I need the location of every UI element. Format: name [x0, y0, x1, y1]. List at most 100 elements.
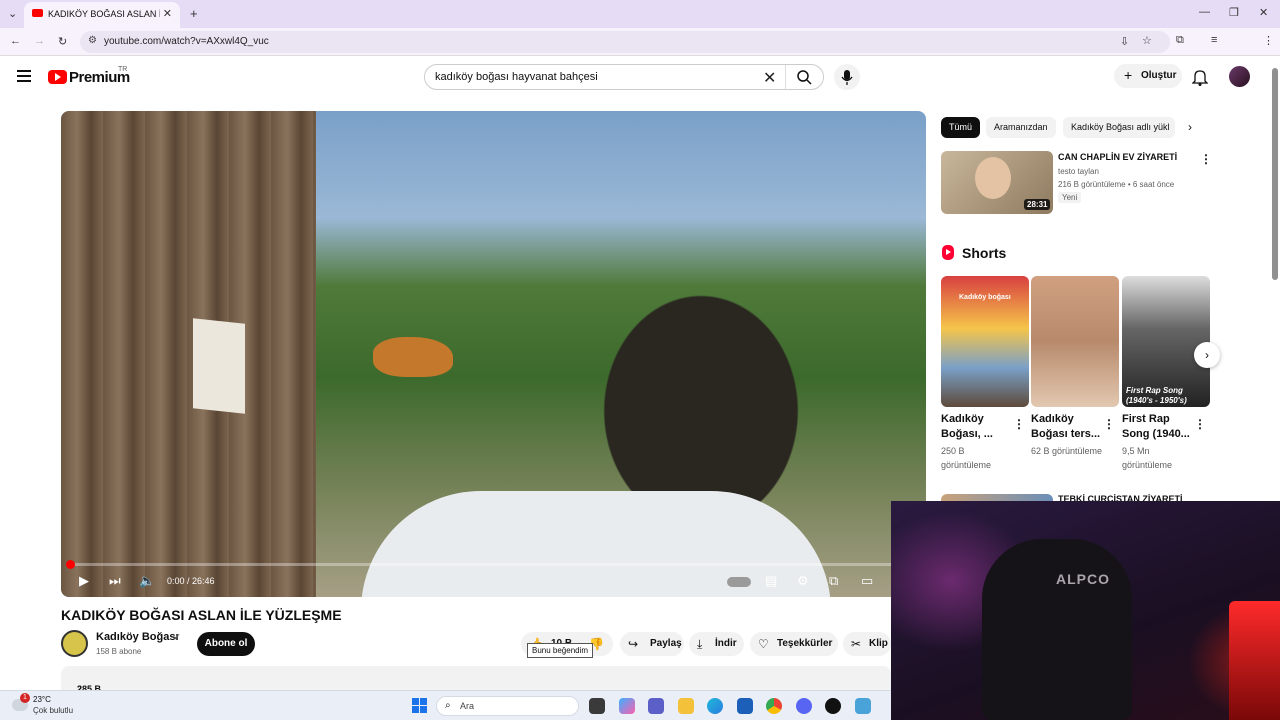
site-info-icon[interactable]: ⚙	[88, 35, 97, 46]
create-label: Oluştur	[1141, 70, 1177, 81]
short-thumbnail-1[interactable]: Kadıköy boğası	[941, 276, 1029, 407]
clip-button[interactable]: ✂ Klip	[843, 632, 891, 656]
browser-tab-strip: ⌄ KADIKÖY BOĞASI ASLAN İLE YÜ ✕ + — ❐ ✕	[0, 0, 1280, 28]
forward-icon[interactable]: →	[34, 35, 45, 47]
microphone-icon	[841, 70, 853, 85]
share-label: Paylaş	[650, 638, 682, 649]
next-video-icon[interactable]: ⏭	[109, 573, 121, 589]
play-icon[interactable]: ▶	[79, 573, 89, 589]
minimize-icon[interactable]: —	[1199, 6, 1210, 18]
copilot-icon[interactable]	[619, 698, 635, 714]
restore-icon[interactable]: ❐	[1229, 6, 1239, 19]
chevron-right-icon: ›	[1205, 348, 1209, 362]
suggested-video-menu-icon[interactable]: ⋮	[1200, 152, 1212, 166]
chip-channel-uploads[interactable]: Kadıköy Boğası adlı yükl	[1063, 117, 1175, 138]
windows-start-icon[interactable]	[412, 698, 427, 713]
chips-next-icon[interactable]: ›	[1188, 120, 1192, 134]
video-frame-fence	[61, 111, 316, 597]
scissors-icon: ✂	[851, 637, 862, 651]
browser-tab[interactable]: KADIKÖY BOĞASI ASLAN İLE YÜ ✕	[24, 2, 180, 28]
short-overlay-1: Kadıköy boğası	[959, 294, 1011, 301]
short-menu-icon-3[interactable]: ⋮	[1194, 417, 1206, 431]
settings-gear-icon[interactable]: ⚙	[797, 573, 809, 589]
short-title-2[interactable]: Kadıköy Boğası ters...	[1031, 412, 1103, 442]
voice-search-button[interactable]	[834, 64, 860, 90]
account-avatar[interactable]	[1229, 66, 1250, 87]
weather-temp[interactable]: 23°C	[33, 695, 51, 704]
store-icon[interactable]	[737, 698, 753, 714]
tab-close-icon[interactable]: ✕	[163, 7, 172, 20]
short-title-1[interactable]: Kadıköy Boğası, ...	[941, 412, 1013, 442]
obs-icon[interactable]	[825, 698, 841, 714]
search-icon	[797, 70, 812, 85]
theater-mode-icon[interactable]: ▭	[861, 573, 873, 589]
short-views-1: 250 B görüntüleme	[941, 446, 992, 470]
weather-badge: 1	[20, 693, 30, 703]
miniplayer-icon[interactable]: ⧉	[829, 573, 838, 589]
window-close-icon[interactable]: ✕	[1259, 6, 1268, 19]
discord-icon[interactable]	[796, 698, 812, 714]
like-tooltip: Bunu beğendim	[527, 643, 594, 658]
clear-search-icon[interactable]: ✕	[763, 68, 776, 88]
suggested-video-channel[interactable]: testo taylan	[1058, 167, 1099, 176]
short-menu-icon-2[interactable]: ⋮	[1103, 417, 1115, 431]
notifications-bell-icon[interactable]	[1192, 68, 1208, 86]
tab-search-icon[interactable]: ⌄	[8, 7, 17, 20]
weather-desc[interactable]: Çok bulutlu	[33, 706, 73, 715]
video-frame-person	[361, 491, 831, 597]
page-scrollbar[interactable]	[1272, 68, 1278, 280]
channel-avatar[interactable]	[61, 630, 88, 657]
short-thumbnail-2[interactable]	[1031, 276, 1119, 407]
video-frame-sign	[193, 318, 245, 414]
shorts-heading: Shorts	[962, 245, 1007, 261]
download-button[interactable]: ⤓ İndir	[689, 632, 744, 656]
taskbar-search[interactable]: ⌕ Ara	[436, 696, 579, 716]
autoplay-toggle[interactable]	[727, 577, 751, 587]
short-thumbnail-3[interactable]: First Rap Song (1940's - 1950's)	[1122, 276, 1210, 407]
subscribe-button[interactable]: Abone ol	[197, 632, 255, 656]
browser-menu-icon[interactable]: ⋮	[1263, 34, 1274, 47]
chip-related[interactable]: Aramanızdan	[986, 117, 1056, 138]
thanks-label: Teşekkürler	[777, 638, 833, 649]
file-explorer-icon[interactable]	[678, 698, 694, 714]
new-tab-icon[interactable]: +	[190, 6, 198, 21]
install-icon[interactable]: ⇩	[1120, 35, 1129, 48]
teams-icon[interactable]	[648, 698, 664, 714]
reading-list-icon[interactable]: ≡	[1211, 34, 1217, 46]
channel-name[interactable]: Kadıköy Boğası	[96, 631, 179, 643]
guide-menu-icon[interactable]	[17, 70, 31, 82]
short-title-3[interactable]: First Rap Song (1940...	[1122, 412, 1194, 442]
youtube-favicon-icon	[32, 9, 43, 17]
task-view-icon[interactable]	[589, 698, 605, 714]
omnibox[interactable]: ⚙ youtube.com/watch?v=AXxwl4Q_vuc	[80, 31, 1170, 53]
short-menu-icon-1[interactable]: ⋮	[1013, 417, 1025, 431]
clip-label: Klip	[869, 638, 888, 649]
search-input[interactable]: kadıköy boğası hayvanat bahçesi ✕	[424, 64, 824, 90]
video-player[interactable]: ▶ ⏭ 🔈 0:00 / 26:46 ▤ ⚙ ⧉ ▭	[61, 111, 926, 597]
suggested-video-title[interactable]: CAN CHAPLİN EV ZİYARETİ	[1058, 152, 1177, 162]
volume-icon[interactable]: 🔈	[139, 573, 155, 589]
search-query[interactable]: kadıköy boğası hayvanat bahçesi	[435, 71, 598, 83]
bookmark-star-icon[interactable]: ☆	[1142, 34, 1152, 47]
search-button[interactable]	[785, 65, 823, 89]
settings-app-icon[interactable]	[855, 698, 871, 714]
progress-scrubber[interactable]	[66, 560, 75, 569]
shorts-next-button[interactable]: ›	[1194, 342, 1220, 368]
suggested-video-duration: 28:31	[1024, 199, 1051, 210]
progress-bar[interactable]	[70, 563, 917, 566]
short-overlay-3: First Rap Song (1940's - 1950's)	[1126, 386, 1187, 405]
url-text[interactable]: youtube.com/watch?v=AXxwl4Q_vuc	[104, 36, 269, 47]
chair-brand-text: ALPCO	[1056, 571, 1110, 587]
chrome-icon[interactable]	[766, 698, 782, 714]
edge-icon[interactable]	[707, 698, 723, 714]
thanks-button[interactable]: ♡ Teşekkürler	[750, 632, 838, 656]
back-icon[interactable]: ←	[10, 35, 21, 47]
reload-icon[interactable]: ↻	[58, 35, 67, 48]
chip-all[interactable]: Tümü	[941, 117, 981, 138]
short-views-3: 9,5 Mn görüntüleme	[1122, 446, 1173, 470]
extensions-icon[interactable]: ⧉	[1176, 34, 1184, 47]
share-button[interactable]: ↪ Paylaş	[620, 632, 684, 656]
create-button[interactable]: + Oluştur	[1114, 64, 1182, 88]
windows-taskbar: 1 23°C Çok bulutlu ⌕ Ara	[0, 690, 891, 720]
subtitles-icon[interactable]: ▤	[765, 573, 777, 589]
